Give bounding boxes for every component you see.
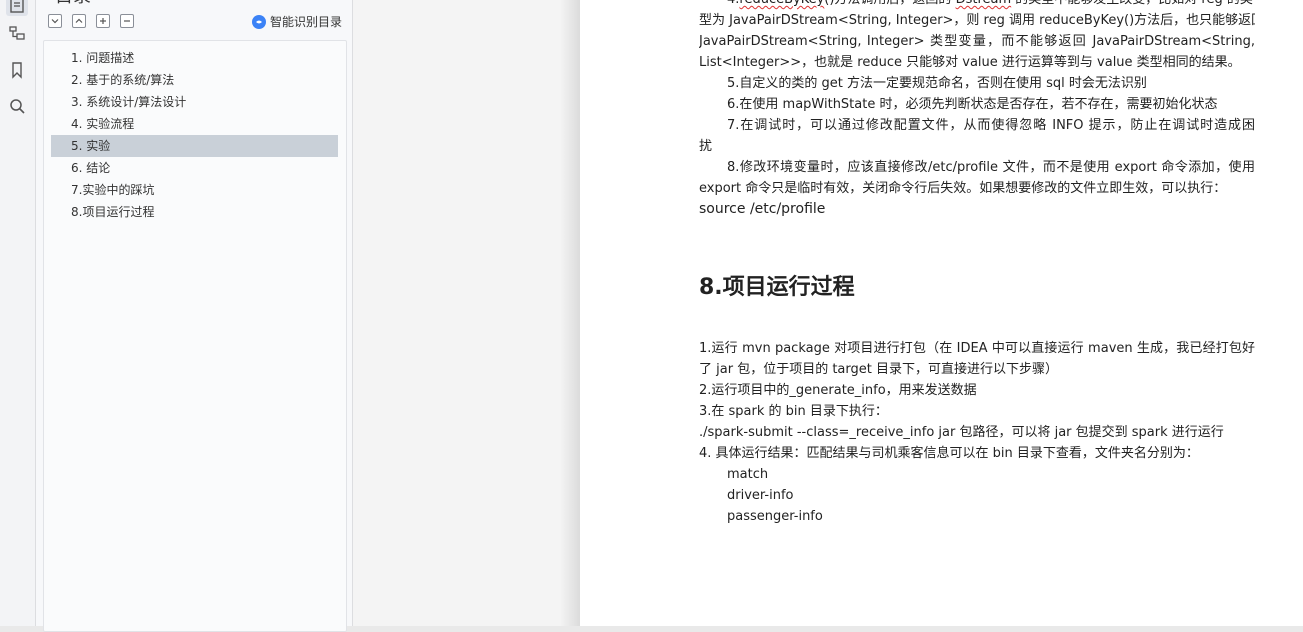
icon-rail [0, 0, 36, 626]
toc-list: 1. 问题描述 2. 基于的系统/算法 3. 系统设计/算法设计 4. 实验流程 5. … [51, 47, 338, 223]
page-shadow [560, 0, 580, 626]
step-line: 了 jar 包，位于项目的 target 目录下，可直接进行以下步骤） [699, 362, 1058, 377]
toc-item[interactable]: 5. 实验 [51, 135, 338, 157]
paragraph-line: 8.修改环境变量时，应该直接修改/etc/profile 文件，而不是使用 ex… [727, 160, 1255, 175]
toc-panel: 目录 智能识别目录 1. 问题描述2. 基于的系统/算法3. 系统设计/算法设计… [36, 0, 353, 632]
paragraph-line: JavaPairDStream<String, Integer> 类型变量，而不… [699, 34, 1255, 49]
toc-item[interactable]: 1. 问题描述 [51, 47, 338, 69]
paragraph-line: 7.在调试时，可以通过修改配置文件，从而使得忽略 INFO 提示，防止在调试时造… [727, 118, 1255, 133]
smart-toc-icon [251, 14, 266, 29]
workspace-gap [353, 0, 580, 626]
paragraph-line: export 命令只是临时有效，关闭命令行后失效。如果想要修改的文件立即生效，可… [699, 181, 1227, 196]
paragraph-line: 型为 JavaPairDStream<String, Integer>，则 re… [699, 13, 1255, 28]
folder-name: match [727, 467, 769, 482]
bookmark-icon[interactable] [6, 59, 28, 81]
folder-name: passenger-info [727, 509, 823, 524]
step-line: 1.运行 mvn package 对项目进行打包（在 IDEA 中可以直接运行 … [699, 341, 1255, 356]
code-line: source /etc/profile [699, 201, 826, 217]
search-icon[interactable] [6, 95, 28, 117]
misspelled-word: reduceByKey [739, 0, 824, 7]
toc-item[interactable]: 7.实验中的踩坑 [51, 179, 338, 201]
document-page: 4.reduceByKey()方法调用后，返回的 Dstream 的类型不能够发… [580, 0, 1303, 626]
step-line: ./spark-submit --class=_receive_info jar… [699, 425, 1224, 440]
paragraph-line: List<Integer>>，也就是 reduce 只能够对 value 进行运… [699, 55, 1241, 70]
toc-item[interactable]: 3. 系统设计/算法设计 [51, 91, 338, 113]
plus-icon[interactable] [96, 14, 110, 28]
section-heading: 8.项目运行过程 [699, 275, 855, 300]
paragraph-line: 6.在使用 mapWithState 时，必须先判断状态是否存在，若不存在，需要… [727, 97, 1218, 112]
outline-icon[interactable] [6, 0, 28, 16]
step-line: 3.在 spark 的 bin 目录下执行： [699, 404, 888, 419]
paragraph-line: 5.自定义的类的 get 方法一定要规范命名，否则在使用 sql 时会无法识别 [727, 76, 1147, 91]
toc-item[interactable]: 6. 结论 [51, 157, 338, 179]
paragraph-line: 扰 [699, 139, 713, 154]
collapse-up-icon[interactable] [72, 14, 86, 28]
document-content: 4.reduceByKey()方法调用后，返回的 Dstream 的类型不能够发… [699, 0, 1255, 527]
step-line: 2.运行项目中的_generate_info，用来发送数据 [699, 383, 977, 398]
expand-down-icon[interactable] [48, 14, 62, 28]
paragraph-line: 4.reduceByKey()方法调用后，返回的 Dstream 的类型不能够发… [699, 0, 1255, 10]
minus-icon[interactable] [120, 14, 134, 28]
step-line: 4. 具体运行结果：匹配结果与司机乘客信息可以在 bin 目录下查看，文件夹名分… [699, 446, 1199, 461]
smart-toc-label: 智能识别目录 [269, 15, 342, 29]
folder-name: driver-info [727, 488, 794, 503]
smart-toc-button[interactable]: 智能识别目录 [251, 13, 342, 30]
toc-item[interactable]: 8.项目运行过程 [51, 201, 338, 223]
toc-list-box: 1. 问题描述 2. 基于的系统/算法 3. 系统设计/算法设计 4. 实验流程 5. … [43, 40, 347, 632]
folder-tree-icon[interactable] [6, 22, 28, 44]
toc-item[interactable]: 2. 基于的系统/算法 [51, 69, 338, 91]
toc-toolbar [48, 14, 134, 30]
toc-title: 目录 [55, 0, 91, 8]
toc-item[interactable]: 4. 实验流程 [51, 113, 338, 135]
